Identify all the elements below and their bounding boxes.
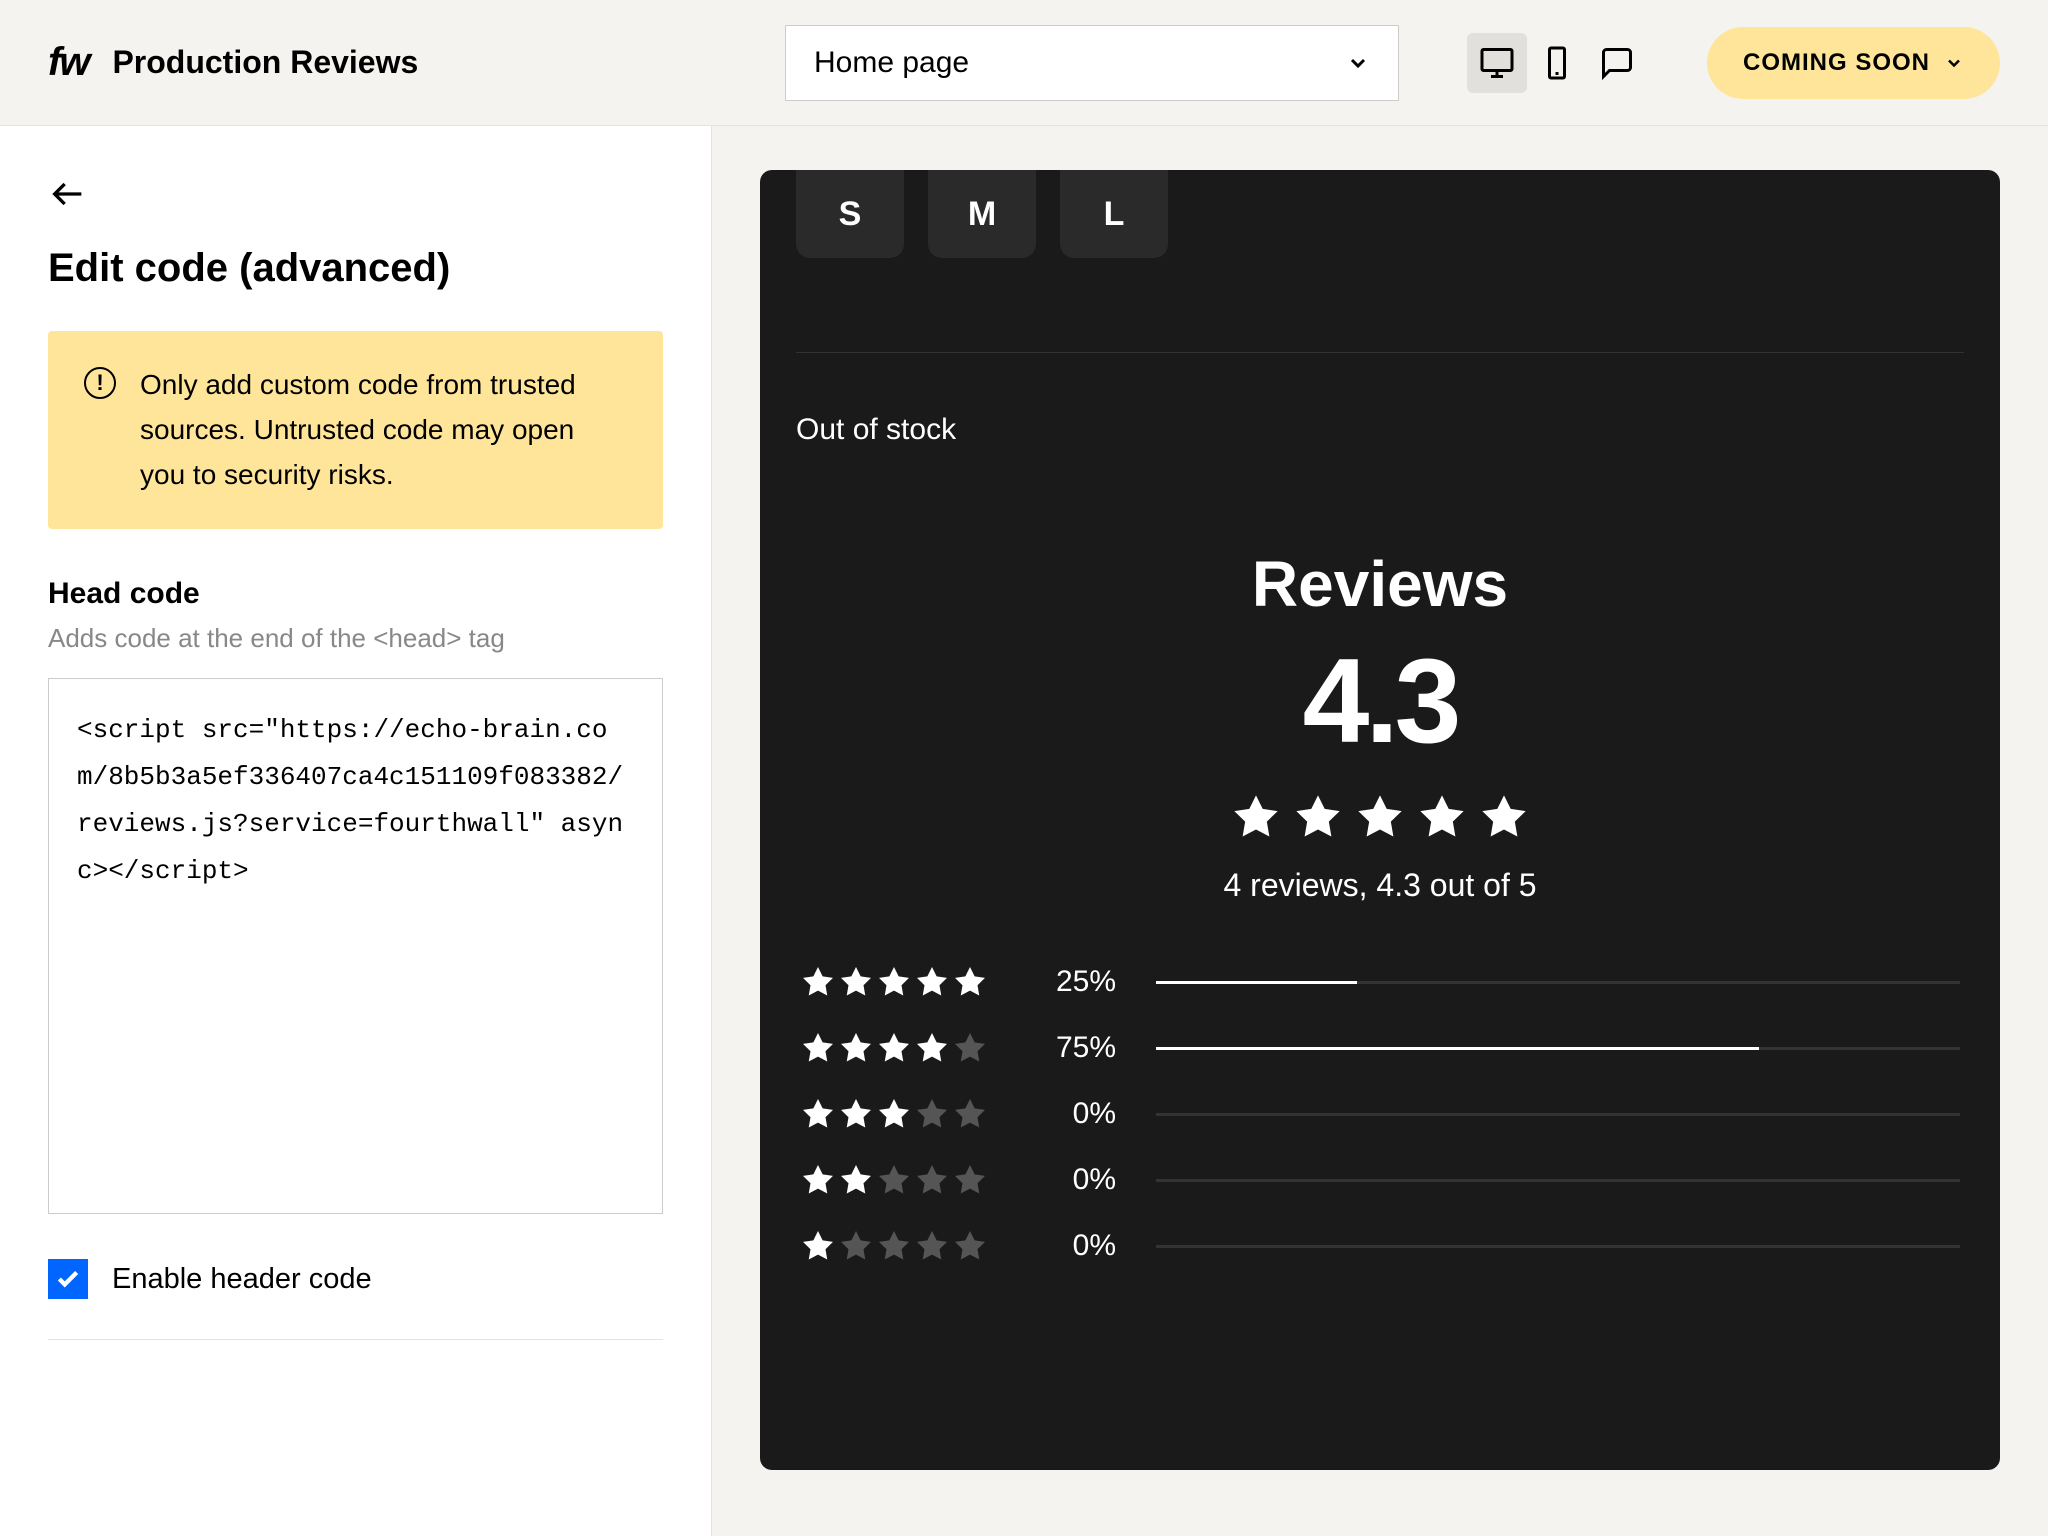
panel-title: Edit code (advanced) — [48, 246, 663, 291]
coming-soon-button[interactable]: COMING SOON — [1707, 27, 2000, 99]
breakdown-row: 75% — [800, 1030, 1960, 1066]
star-icon — [914, 1228, 950, 1264]
row-percent: 75% — [1036, 1031, 1116, 1065]
comment-icon — [1599, 45, 1635, 81]
star-icon — [800, 964, 836, 1000]
average-stars — [796, 791, 1964, 843]
size-tab-m[interactable]: M — [928, 170, 1036, 258]
star-icon — [1478, 791, 1530, 843]
desktop-icon — [1479, 45, 1515, 81]
star-icon — [952, 1162, 988, 1198]
star-icon — [1354, 791, 1406, 843]
warning-banner: ! Only add custom code from trusted sour… — [48, 331, 663, 529]
star-icon — [800, 1162, 836, 1198]
preview-canvas: S M L Out of stock Reviews 4.3 4 reviews… — [760, 170, 2000, 1470]
divider — [796, 352, 1964, 353]
star-icon — [838, 964, 874, 1000]
rating-breakdown: 25% 75% 0% 0% 0% — [796, 964, 1964, 1264]
top-bar: fw Production Reviews Home page COMING S… — [0, 0, 2048, 126]
enable-header-checkbox[interactable] — [48, 1259, 88, 1299]
chevron-down-icon — [1944, 53, 1964, 73]
star-icon — [800, 1030, 836, 1066]
stock-status: Out of stock — [796, 413, 1964, 447]
enable-header-row: Enable header code — [48, 1259, 663, 1340]
star-icon — [838, 1162, 874, 1198]
row-bar — [1156, 1113, 1960, 1116]
row-percent: 0% — [1036, 1229, 1116, 1263]
comment-view-button[interactable] — [1587, 33, 1647, 93]
row-percent: 25% — [1036, 965, 1116, 999]
star-icon — [876, 1162, 912, 1198]
page-select[interactable]: Home page — [785, 25, 1399, 101]
star-icon — [800, 1228, 836, 1264]
mobile-icon — [1539, 45, 1575, 81]
coming-soon-label: COMING SOON — [1743, 49, 1930, 77]
logo: fw — [48, 40, 88, 85]
head-code-input[interactable] — [48, 678, 663, 1214]
chevron-down-icon — [1346, 51, 1370, 75]
desktop-view-button[interactable] — [1467, 33, 1527, 93]
mobile-view-button[interactable] — [1527, 33, 1587, 93]
row-stars — [800, 1162, 996, 1198]
reviews-summary: 4 reviews, 4.3 out of 5 — [796, 867, 1964, 904]
star-icon — [914, 964, 950, 1000]
reviews-title: Reviews — [796, 547, 1964, 621]
breakdown-row: 0% — [800, 1096, 1960, 1132]
star-icon — [876, 1096, 912, 1132]
star-icon — [1230, 791, 1282, 843]
warning-text: Only add custom code from trusted source… — [140, 363, 627, 497]
star-icon — [914, 1162, 950, 1198]
row-stars — [800, 1096, 996, 1132]
star-icon — [838, 1228, 874, 1264]
star-icon — [952, 964, 988, 1000]
device-switcher — [1467, 33, 1647, 93]
star-icon — [876, 964, 912, 1000]
star-icon — [1416, 791, 1468, 843]
size-tabs: S M L — [796, 170, 1964, 258]
star-icon — [952, 1030, 988, 1066]
page-select-value: Home page — [814, 46, 969, 80]
star-icon — [952, 1096, 988, 1132]
warning-icon: ! — [84, 367, 116, 399]
row-stars — [800, 1030, 996, 1066]
edit-code-panel: Edit code (advanced) ! Only add custom c… — [0, 126, 712, 1536]
breakdown-row: 0% — [800, 1162, 1960, 1198]
row-percent: 0% — [1036, 1163, 1116, 1197]
star-icon — [838, 1030, 874, 1066]
row-stars — [800, 964, 996, 1000]
row-bar — [1156, 1047, 1960, 1050]
size-tab-s[interactable]: S — [796, 170, 904, 258]
reviews-score: 4.3 — [796, 641, 1964, 761]
row-bar — [1156, 981, 1960, 984]
star-icon — [914, 1096, 950, 1132]
breakdown-row: 25% — [800, 964, 1960, 1000]
check-icon — [55, 1266, 81, 1292]
size-tab-l[interactable]: L — [1060, 170, 1168, 258]
row-bar-fill — [1156, 981, 1357, 984]
row-percent: 0% — [1036, 1097, 1116, 1131]
star-icon — [914, 1030, 950, 1066]
row-bar — [1156, 1245, 1960, 1248]
app-title: Production Reviews — [112, 44, 418, 81]
head-code-description: Adds code at the end of the <head> tag — [48, 623, 663, 654]
preview-area: S M L Out of stock Reviews 4.3 4 reviews… — [712, 126, 2048, 1536]
star-icon — [952, 1228, 988, 1264]
row-stars — [800, 1228, 996, 1264]
back-button[interactable] — [48, 174, 88, 214]
star-icon — [876, 1228, 912, 1264]
star-icon — [838, 1096, 874, 1132]
arrow-left-icon — [48, 174, 88, 214]
star-icon — [800, 1096, 836, 1132]
row-bar — [1156, 1179, 1960, 1182]
star-icon — [876, 1030, 912, 1066]
row-bar-fill — [1156, 1047, 1759, 1050]
head-code-label: Head code — [48, 577, 663, 611]
reviews-widget: Reviews 4.3 4 reviews, 4.3 out of 5 25% 7… — [796, 547, 1964, 1264]
breakdown-row: 0% — [800, 1228, 1960, 1264]
star-icon — [1292, 791, 1344, 843]
enable-header-label: Enable header code — [112, 1263, 372, 1296]
